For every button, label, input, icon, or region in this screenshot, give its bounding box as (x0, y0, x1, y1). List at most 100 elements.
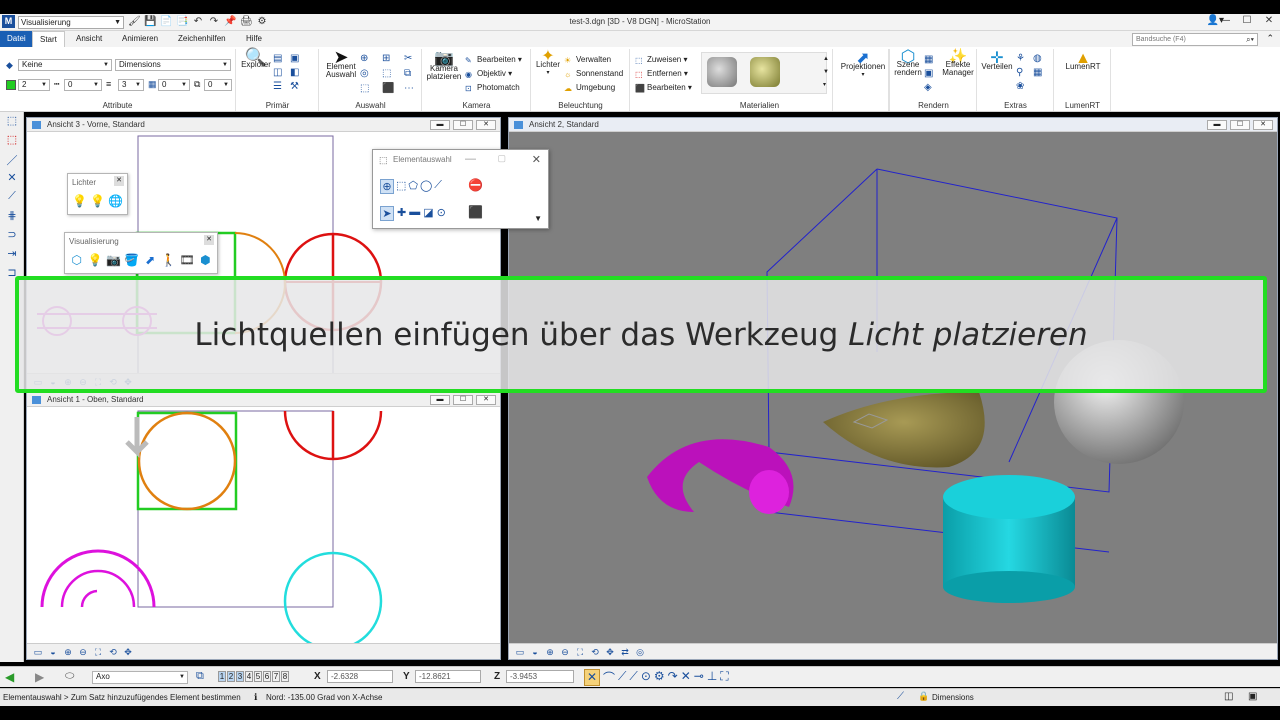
lights-panel-close-icon[interactable]: ✕ (114, 176, 124, 186)
z-coordinate-field[interactable]: -3.9453 (506, 670, 574, 683)
view-rotation-icon[interactable]: ⬭ (65, 670, 74, 683)
references-icon[interactable]: ◧ (290, 67, 304, 78)
x-coordinate-field[interactable]: -2.6328 (327, 670, 393, 683)
tab-file[interactable]: Datei (0, 31, 33, 47)
select-all-cursor-icon[interactable]: ⬛ (468, 205, 483, 219)
view-maximize-icon[interactable]: ☐ (453, 395, 473, 405)
accusnap-icon[interactable]: ⟋ (897, 691, 904, 702)
camera-view-icon[interactable]: ◎ (634, 646, 646, 658)
level-select[interactable]: Keine ▼ (18, 59, 112, 71)
color-select[interactable]: 2 ▼ (18, 79, 50, 91)
zoom-out-icon[interactable]: ⊖ (77, 646, 89, 658)
forward-icon[interactable]: ▶ (35, 670, 44, 684)
fit-view-icon[interactable]: ⛶ (574, 646, 586, 658)
view-toggle-2[interactable]: 2 (227, 671, 235, 682)
lock-status-icon[interactable]: 🔒 (918, 691, 929, 702)
grid-tool-icon[interactable]: ⋕ (3, 209, 21, 226)
snap-center-icon[interactable]: ⊙ (641, 669, 651, 686)
render-more-icon[interactable]: ◈ (924, 82, 932, 93)
models-icon[interactable]: ▣ (290, 53, 304, 64)
dialog-maximize-icon[interactable]: ▢ (497, 153, 506, 164)
top-view-canvas[interactable] (27, 407, 502, 645)
snap-tangent-icon[interactable]: ⟋ (629, 669, 637, 686)
tab-drawing-aids[interactable]: Zeichenhilfen (171, 31, 233, 47)
attributes-icon[interactable]: ▤ (273, 53, 287, 64)
individual-method-icon[interactable]: ⊕ (380, 179, 394, 194)
element-selection-dialog[interactable]: ⬚ Elementauswahl — ▢ ✕ ⊕ ⬚ ⬠ ◯ ⟋ ⛔ ➤ ✚ ▬… (372, 149, 549, 229)
snap-mode-icon[interactable]: ⛶ (720, 669, 728, 686)
lumenrt-button[interactable]: ▲ LumenRT (1059, 51, 1107, 71)
display-style-icon[interactable]: ◒ (529, 646, 541, 658)
arc-tool-icon[interactable]: ⊃ (3, 228, 21, 245)
expand-dialog-icon[interactable]: ▼ (534, 214, 542, 223)
environment-button[interactable]: ☁ Umgebung (564, 83, 615, 93)
select-all-icon[interactable]: ⊕ (360, 53, 378, 64)
render-scene-button[interactable]: ⬡ Szene rendern (893, 48, 923, 77)
tab-help[interactable]: Hilfe (239, 31, 269, 47)
render-cube-icon[interactable]: ⬡ (69, 252, 84, 268)
line-weight-select[interactable]: 3 ▼ (118, 79, 144, 91)
projections-button[interactable]: ⬈ Projektionen ▾ (837, 51, 889, 79)
levels-icon[interactable]: ◫ (273, 67, 287, 78)
priority-select[interactable]: 0 ▼ (204, 79, 232, 91)
render-settings-icon[interactable]: ▦ (924, 54, 933, 65)
gallery-scroll[interactable]: ▲ ▼ ▾ (823, 53, 829, 92)
view-toggle-6[interactable]: 6 (263, 671, 271, 682)
transparency-select[interactable]: 0 ▼ (158, 79, 190, 91)
lumenrt-tool-icon[interactable]: ⬢ (198, 252, 213, 268)
rotate-view-icon[interactable]: ⟲ (107, 646, 119, 658)
text-style-select[interactable]: Dimensions ▼ (115, 59, 231, 71)
add-light-icon[interactable]: 💡 (90, 193, 105, 209)
tab-animate[interactable]: Animieren (115, 31, 165, 47)
intersect-tool-icon[interactable]: ✕ (3, 171, 21, 188)
person-icon[interactable]: 🚶 (161, 252, 176, 268)
zoom-in-icon[interactable]: ⊕ (62, 646, 74, 658)
visualization-panel[interactable]: Visualisierung ✕ ⬡ 💡 📷 🪣 ⬈ 🚶 🎞 ⬢ (64, 232, 218, 274)
edit-material-button[interactable]: ⬛ Bearbeiten ▾ (635, 83, 692, 93)
fence-icon[interactable]: ⊞ (382, 53, 400, 64)
delete-tool-icon[interactable]: ⬚ (3, 133, 21, 150)
fit-view-icon[interactable]: ⛶ (92, 646, 104, 658)
sun-position-button[interactable]: ☼ Sonnenstand (564, 69, 623, 79)
globe-icon[interactable]: ◍ (1033, 53, 1047, 64)
back-icon[interactable]: ◀ (5, 670, 14, 684)
ribbon-search-input[interactable]: Bandsuche (F4) ⌕▾ (1132, 33, 1258, 46)
camera-edit-button[interactable]: ✎ Bearbeiten ▾ (465, 55, 522, 65)
view-close-icon[interactable]: ✕ (1253, 120, 1273, 130)
lights-icon[interactable]: 💡 (87, 252, 103, 268)
message-icon[interactable]: ▣ (1248, 691, 1257, 702)
pan-view-icon[interactable]: ✥ (604, 646, 616, 658)
view-toggle-5[interactable]: 5 (254, 671, 262, 682)
view-mode-select[interactable]: Axo ▼ (92, 671, 188, 684)
manage-lights-button[interactable]: ☀ Verwalten (564, 55, 611, 65)
collapse-ribbon-icon[interactable]: ⌃ (1266, 33, 1274, 44)
view-attributes-icon[interactable]: ▭ (514, 646, 526, 658)
line-method-icon[interactable]: ⟋ (434, 179, 442, 194)
view-toggle-1[interactable]: 1 (218, 671, 226, 682)
lock-icon[interactable]: ⬚ (382, 68, 400, 79)
sky-light-icon[interactable]: 🌐 (108, 193, 123, 209)
material-preview-1[interactable] (707, 57, 737, 87)
clear-mode-icon[interactable]: ⊙ (437, 206, 446, 221)
view-toggle-3[interactable]: 3 (236, 671, 244, 682)
y-coordinate-field[interactable]: -12.8621 (415, 670, 481, 683)
active-level[interactable]: Dimensions (932, 693, 974, 702)
tab-start[interactable]: Start (32, 31, 65, 47)
trim-tool-icon[interactable]: ⟋ (3, 190, 21, 207)
material-gallery[interactable] (701, 52, 827, 94)
group-icon[interactable]: ◎ (360, 68, 378, 79)
view-top[interactable]: Ansicht 1 - Oben, Standard ▬ ☐ ✕ ▭ ◒ ⊕ ⊖ ⛶… (26, 392, 501, 660)
zoom-out-icon[interactable]: ⊖ (559, 646, 571, 658)
scissors-icon[interactable]: ✂ (404, 53, 422, 64)
close-icon[interactable]: ✕ (1262, 15, 1276, 26)
dialog-close-icon[interactable]: ✕ (532, 153, 541, 166)
view-toggle-4[interactable]: 4 (245, 671, 253, 682)
snap-near-icon[interactable]: ⌒ (603, 669, 615, 686)
model-icon[interactable]: ◫ (1224, 691, 1233, 702)
assign-material-button[interactable]: ⬚ Zuweisen ▾ (635, 55, 688, 65)
snap-perpendicular-icon[interactable]: ⊥ (707, 669, 717, 686)
distribute-button[interactable]: ✛ Verteilen (980, 51, 1014, 71)
dialog-minimize-icon[interactable]: — (465, 153, 476, 165)
tree-icon[interactable]: ⚘ (1016, 53, 1030, 64)
snap-keypoint-icon[interactable]: ✕ (584, 669, 600, 686)
